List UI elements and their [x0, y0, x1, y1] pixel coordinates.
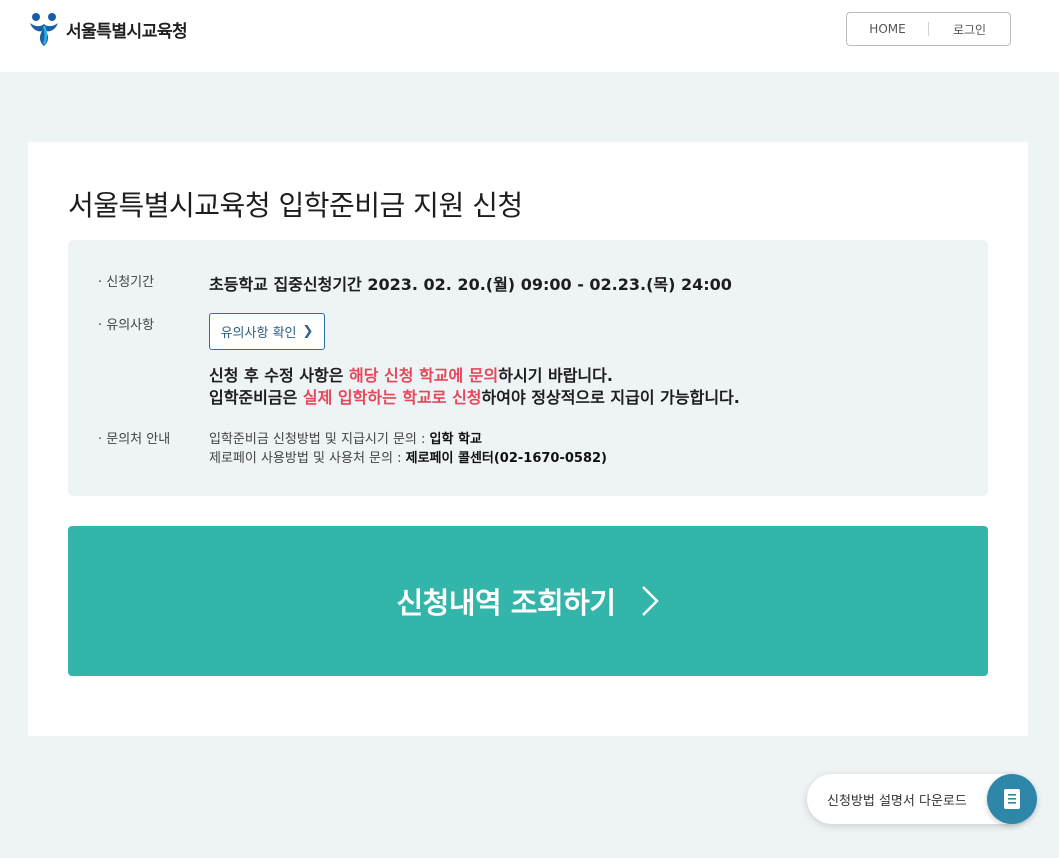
period-label: · 신청기간	[98, 275, 155, 290]
header-nav: HOME 로그인	[846, 12, 1011, 46]
guide-download-label: 신청방법 설명서 다운로드	[827, 793, 967, 809]
notice-line-2-tail: 하여야 정상적으로 지급이 가능합니다.	[481, 388, 740, 407]
seoul-education-logo-icon	[30, 13, 58, 46]
contact-line-1-value: 입학 학교	[429, 432, 482, 447]
contact-label: · 문의처 안내	[98, 432, 171, 447]
guide-download-button[interactable]: 신청방법 설명서 다운로드	[807, 774, 1037, 824]
chevron-right-icon	[641, 586, 659, 616]
contact-line-2-text: 제로페이 사용방법 및 사용처 문의 :	[209, 451, 406, 466]
notice-line-2-highlight: 실제 입학하는 학교로 신청	[302, 388, 482, 407]
chevron-right-icon: ❯	[302, 324, 314, 339]
contact-line-2: 제로페이 사용방법 및 사용처 문의 : 제로페이 콜센터(02-1670-05…	[209, 447, 607, 466]
nav-login-link[interactable]: 로그인	[929, 21, 1010, 38]
document-glyph-icon	[1004, 789, 1020, 809]
notice-line-2: 입학준비금은 실제 입학하는 학교로 신청하여야 정상적으로 지급이 가능합니다…	[209, 384, 740, 408]
application-lookup-label: 신청내역 조회하기	[396, 586, 616, 620]
notice-label: · 유의사항	[98, 318, 155, 333]
notice-line-1-highlight: 해당 신청 학교에 문의	[349, 366, 499, 385]
notice-check-button[interactable]: 유의사항 확인 ❯	[209, 313, 325, 350]
notice-line-1: 신청 후 수정 사항은 해당 신청 학교에 문의하시기 바랍니다.	[209, 362, 613, 386]
notice-line-1-tail: 하시기 바랍니다.	[498, 366, 613, 385]
page-title: 서울특별시교육청 입학준비금 지원 신청	[68, 189, 523, 222]
notice-check-button-label: 유의사항 확인	[220, 326, 297, 341]
contact-line-2-value: 제로페이 콜센터(02-1670-0582)	[405, 451, 607, 466]
logo[interactable]: 서울특별시교육청	[27, 11, 188, 47]
application-lookup-button[interactable]: 신청내역 조회하기	[68, 526, 988, 676]
info-box: · 신청기간 초등학교 집중신청기간 2023. 02. 20.(월) 09:0…	[68, 240, 988, 496]
document-icon[interactable]	[987, 774, 1037, 824]
site-header: 서울특별시교육청 HOME 로그인	[0, 0, 1059, 72]
main-card: 서울특별시교육청 입학준비금 지원 신청 · 신청기간 초등학교 집중신청기간 …	[28, 142, 1028, 736]
period-value: 초등학교 집중신청기간 2023. 02. 20.(월) 09:00 - 02.…	[209, 275, 732, 294]
notice-line-1-text: 신청 후 수정 사항은	[209, 366, 350, 385]
contact-line-1-text: 입학준비금 신청방법 및 지급시기 문의 :	[209, 432, 430, 447]
contact-line-1: 입학준비금 신청방법 및 지급시기 문의 : 입학 학교	[209, 428, 482, 447]
nav-home-link[interactable]: HOME	[847, 22, 928, 36]
logo-text: 서울특별시교육청	[66, 21, 188, 42]
notice-line-2-text: 입학준비금은	[209, 388, 303, 407]
